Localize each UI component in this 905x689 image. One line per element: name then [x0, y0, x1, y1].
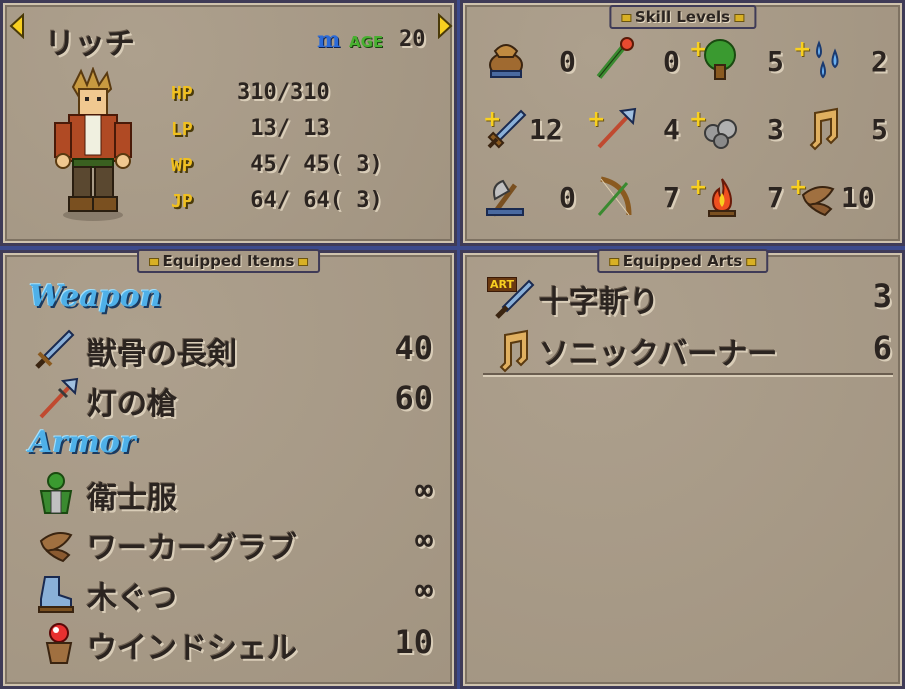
class-badge: m: [317, 27, 341, 53]
weapon-item-row[interactable]: 灯の槍 60: [33, 375, 433, 422]
arrow-right-icon[interactable]: [435, 13, 455, 39]
rocks-icon: [704, 119, 737, 149]
sword-icon: [35, 329, 75, 369]
art-value: 6: [872, 329, 892, 367]
skill-levels-panel: Skill Levels 0 0 + 5 + 2 + 12 + 4 + 3 5 …: [460, 0, 905, 246]
stat-wp-label: WP: [171, 155, 193, 176]
weapon-item-name: 獣骨の長剣: [87, 337, 237, 372]
age-value: 20: [399, 27, 426, 52]
skill-rocks-value: 3: [767, 113, 784, 146]
stat-wp-value: 45/ 45( 3): [237, 152, 383, 177]
weapon-item-name: 灯の槍: [87, 387, 177, 422]
axe-icon: [486, 179, 524, 217]
art-row[interactable]: ART 十字斬り 3: [487, 275, 892, 321]
arrow-left-icon[interactable]: [7, 13, 27, 39]
art-name: 十字斬り: [539, 285, 659, 320]
stat-jp-value: 64/ 64( 3): [237, 188, 383, 213]
art-value: 3: [872, 277, 892, 315]
art-name: ソニックバーナー: [539, 337, 778, 372]
shoe-icon: [38, 576, 74, 613]
skill-music-value: 5: [871, 113, 888, 146]
stat-hp-label: HP: [171, 83, 193, 104]
equipped-items-title: Equipped Items: [136, 249, 321, 273]
wind-icon: [801, 186, 835, 217]
skill-wind-value: 10: [841, 181, 875, 214]
armor-item-row[interactable]: ワーカーグラブ ∞: [33, 519, 433, 566]
equipped-arts-panel: Equipped Arts ART 十字斬り 3 ソニックバーナー 6: [460, 249, 905, 689]
armor-item-name: 木ぐつ: [87, 581, 177, 616]
armor-item-value: ∞: [414, 473, 433, 508]
tree-icon: [704, 39, 736, 80]
spear-icon: [39, 377, 79, 419]
weapon-item-row[interactable]: 獣骨の長剣 40: [33, 325, 433, 372]
equipped-arts-title: Equipped Arts: [596, 249, 769, 273]
skill-axe-value: 0: [559, 181, 576, 214]
armor-item-value: ∞: [414, 573, 433, 608]
music-note-icon: [499, 329, 528, 373]
spear-icon: [597, 107, 637, 149]
stat-jp-label: JP: [171, 191, 193, 212]
art-badge: ART: [487, 277, 517, 292]
stat-hp-value: 310/310: [237, 80, 330, 105]
arts-divider: [483, 373, 893, 375]
skill-bag-value: 0: [559, 45, 576, 78]
music-note-icon: [809, 107, 838, 151]
armor-item-name: ワーカーグラブ: [87, 531, 297, 566]
water-drops-icon: [816, 40, 839, 79]
skill-water-value: 2: [871, 45, 888, 78]
shell-icon: [45, 623, 73, 664]
armor-item-name: ウインドシェル: [87, 631, 297, 666]
weapon-section-title: Weapon: [29, 279, 162, 314]
skill-staff-value: 0: [663, 45, 680, 78]
skill-spear-value: 4: [663, 113, 680, 146]
skill-bow-value: 7: [663, 181, 680, 214]
skill-tree-value: 5: [767, 45, 784, 78]
weapon-item-value: 60: [394, 379, 433, 417]
character-panel: リッチ m AGE 20 HP 310/310 LP 13/ 13 WP 45/…: [0, 0, 457, 246]
skill-levels-title: Skill Levels: [608, 5, 757, 29]
armor-section-title: Armor: [29, 425, 136, 460]
art-row[interactable]: ソニックバーナー 6: [487, 327, 892, 373]
age-label: AGE: [349, 33, 384, 51]
fire-icon: [708, 178, 736, 217]
character-sprite: [54, 67, 132, 221]
bow-icon: [597, 176, 632, 216]
armor-item-value: 10: [394, 623, 433, 661]
stat-lp-label: LP: [171, 119, 193, 140]
weapon-item-value: 40: [394, 329, 433, 367]
bag-icon: [489, 44, 523, 78]
armor-item-row[interactable]: ウインドシェル 10: [33, 619, 433, 666]
character-name: リッチ: [45, 27, 135, 62]
armor-item-name: 衛士服: [87, 481, 177, 516]
tunic-icon: [39, 472, 73, 514]
skill-fire-value: 7: [767, 181, 784, 214]
staff-icon: [596, 37, 634, 79]
glove-icon: [39, 532, 73, 563]
equipped-items-panel: Equipped Items Weapon 獣骨の長剣 40 灯の槍 60 Ar…: [0, 249, 457, 689]
sword-icon: [487, 109, 527, 149]
armor-item-row[interactable]: 衛士服 ∞: [33, 469, 433, 516]
stat-lp-value: 13/ 13: [237, 116, 330, 141]
armor-item-row[interactable]: 木ぐつ ∞: [33, 569, 433, 616]
skill-sword-value: 12: [529, 113, 563, 146]
armor-item-value: ∞: [414, 523, 433, 558]
